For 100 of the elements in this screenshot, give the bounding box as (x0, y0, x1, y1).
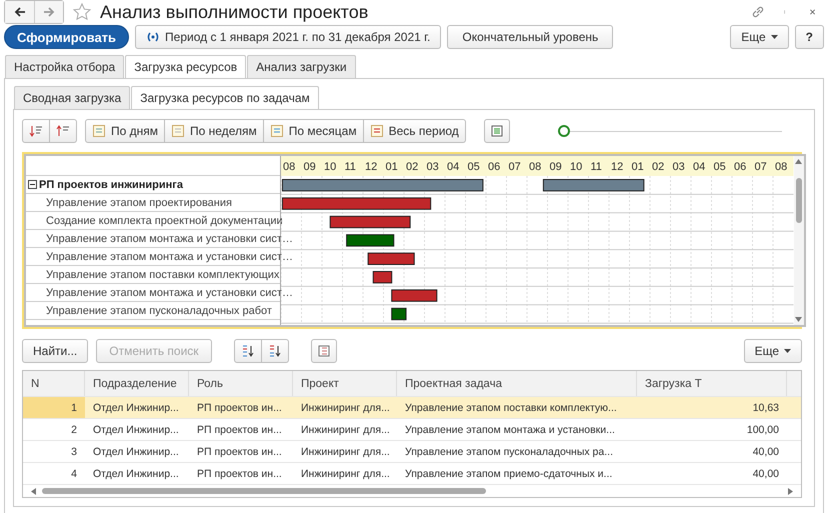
back-button[interactable] (5, 1, 34, 23)
month-label: 01 (632, 161, 644, 173)
calendar-icon (370, 124, 384, 138)
favorite-button[interactable] (72, 2, 92, 22)
list-icon (316, 344, 331, 358)
month-label: 08 (775, 161, 788, 173)
task-label: Создание комплекта проектной документации (46, 214, 283, 226)
scrollbar[interactable] (794, 156, 804, 325)
sort-ascending-button[interactable] (234, 339, 262, 363)
column-header[interactable]: Загрузка Т (637, 371, 787, 396)
month-label: 04 (693, 161, 706, 173)
month-label: 05 (714, 161, 726, 173)
caret-icon (784, 349, 791, 353)
column-header[interactable]: Роль (189, 371, 293, 396)
sort-up-button[interactable] (50, 119, 77, 143)
sort-icon (29, 124, 43, 138)
table-cell-text: РП проектов ин... (196, 422, 283, 438)
period-button[interactable]: Период с 1 января 2021 г. по 31 декабря 2021 г. (135, 25, 442, 49)
table-cell-text: 4 (70, 466, 78, 482)
scroll-arrow-icon[interactable] (795, 159, 802, 164)
scale-button[interactable]: Весь период (364, 119, 466, 143)
scroll-arrow-icon[interactable] (31, 488, 36, 494)
export-button[interactable] (484, 119, 510, 143)
more-button[interactable]: Еще (730, 25, 789, 49)
left-arrow-icon (12, 5, 26, 19)
scroll-arrow-icon[interactable] (795, 317, 802, 322)
month-label: 02 (406, 161, 418, 173)
table-cell-text: Управление этапом пусконаладочных ра... (404, 444, 614, 460)
month-label: 09 (550, 161, 562, 173)
column-header[interactable]: Проектная задача (397, 371, 637, 396)
table-cell-text: Управление этапом приемо-сдаточных и... (404, 466, 614, 482)
group-label: РП проектов инжиниринга (39, 178, 183, 190)
task-label: Управление этапом пусконаладочных работ (46, 304, 272, 316)
window-title: Анализ выполнимости проектов (100, 2, 370, 22)
table-cell-text: 40,00 (752, 466, 780, 482)
more-button[interactable]: Еще (744, 339, 802, 363)
settings-button[interactable] (310, 339, 337, 363)
sort-icon (56, 124, 70, 138)
scale-button[interactable]: По неделям (165, 119, 264, 143)
scroll-arrow-icon[interactable] (788, 488, 793, 494)
tab[interactable]: Настройка отбора (5, 55, 124, 79)
table-icon (490, 124, 504, 138)
link-icon (751, 5, 765, 19)
month-label: 11 (344, 161, 356, 173)
month-label: 06 (488, 161, 500, 173)
table-cell-text: Инжиниринг для... (300, 422, 391, 438)
table-cell-text: Отдел Инжинир... (92, 466, 180, 482)
month-label: 11 (590, 161, 602, 173)
level-button[interactable]: Окончательный уровень (447, 25, 614, 49)
task-label: Управление этапом проектирования (46, 196, 232, 208)
task-label: Управление этапом монтажа и установки сист… (46, 286, 293, 298)
sort-down-button[interactable] (22, 119, 50, 143)
tab[interactable]: Сводная загрузка (14, 86, 130, 110)
table-cell-text: РП проектов ин... (196, 400, 283, 416)
table-cell-text: Отдел Инжинир... (92, 444, 180, 460)
collapse-icon[interactable] (28, 180, 37, 189)
table-cell-text: Управление этапом монтажа и установки... (404, 422, 616, 438)
table-cell-text: 10,63 (752, 400, 780, 416)
month-label: 10 (324, 161, 336, 173)
column-header[interactable]: Подразделение (85, 371, 189, 396)
table-cell-text: Инжиниринг для... (300, 400, 391, 416)
table-cell-text: 40,00 (752, 444, 780, 460)
signal-icon (146, 30, 160, 44)
table-cell-text: 3 (70, 444, 78, 460)
sort-icon (240, 344, 255, 358)
month-label: 04 (447, 161, 460, 173)
month-label: 08 (529, 161, 542, 173)
scale-button[interactable]: По дням (85, 119, 166, 143)
right-arrow-icon (42, 5, 56, 19)
column-header[interactable]: Проект (293, 371, 397, 396)
tab[interactable]: Загрузка ресурсов (125, 55, 246, 79)
tab[interactable]: Загрузка ресурсов по задачам (131, 86, 319, 110)
table-cell-text: Отдел Инжинир... (92, 400, 180, 416)
sort-descending-button[interactable] (262, 339, 289, 363)
find-button[interactable]: Найти... (22, 339, 88, 363)
calendar-icon (270, 124, 284, 138)
column-header[interactable]: N (23, 371, 85, 396)
table-cell-text: 100,00 (746, 422, 780, 438)
table-cell-text: Инжиниринг для... (300, 466, 391, 482)
generate-button[interactable]: Сформировать (4, 25, 130, 49)
slider-thumb[interactable] (558, 125, 570, 137)
table-cell-text: Инжиниринг для... (300, 444, 391, 460)
month-label: 03 (426, 161, 439, 173)
month-label: 12 (611, 161, 624, 173)
tab[interactable]: Анализ загрузки (247, 55, 356, 79)
caret-icon (770, 35, 778, 39)
month-label: 10 (570, 161, 582, 173)
task-label: Управление этапом монтажа и установки сист… (46, 250, 293, 262)
table-cell-text: РП проектов ин... (196, 444, 283, 460)
table-cell-text: 2 (70, 422, 78, 438)
month-label: 05 (468, 161, 480, 173)
sort-icon (268, 344, 282, 358)
table-cell-text: Отдел Инжинир... (92, 422, 180, 438)
month-label: 02 (652, 161, 664, 173)
calendar-icon (171, 124, 186, 138)
month-label: 07 (754, 161, 767, 173)
month-label: 08 (283, 161, 296, 173)
help-button[interactable]: ? (794, 25, 824, 49)
scale-button[interactable]: По месяцам (264, 119, 364, 143)
table-row[interactable]: 1 Отдел Инжинир... РП проектов ин... Инжиниринг для... Управление этапом поставки комплектую... 10,63 (23, 397, 801, 419)
